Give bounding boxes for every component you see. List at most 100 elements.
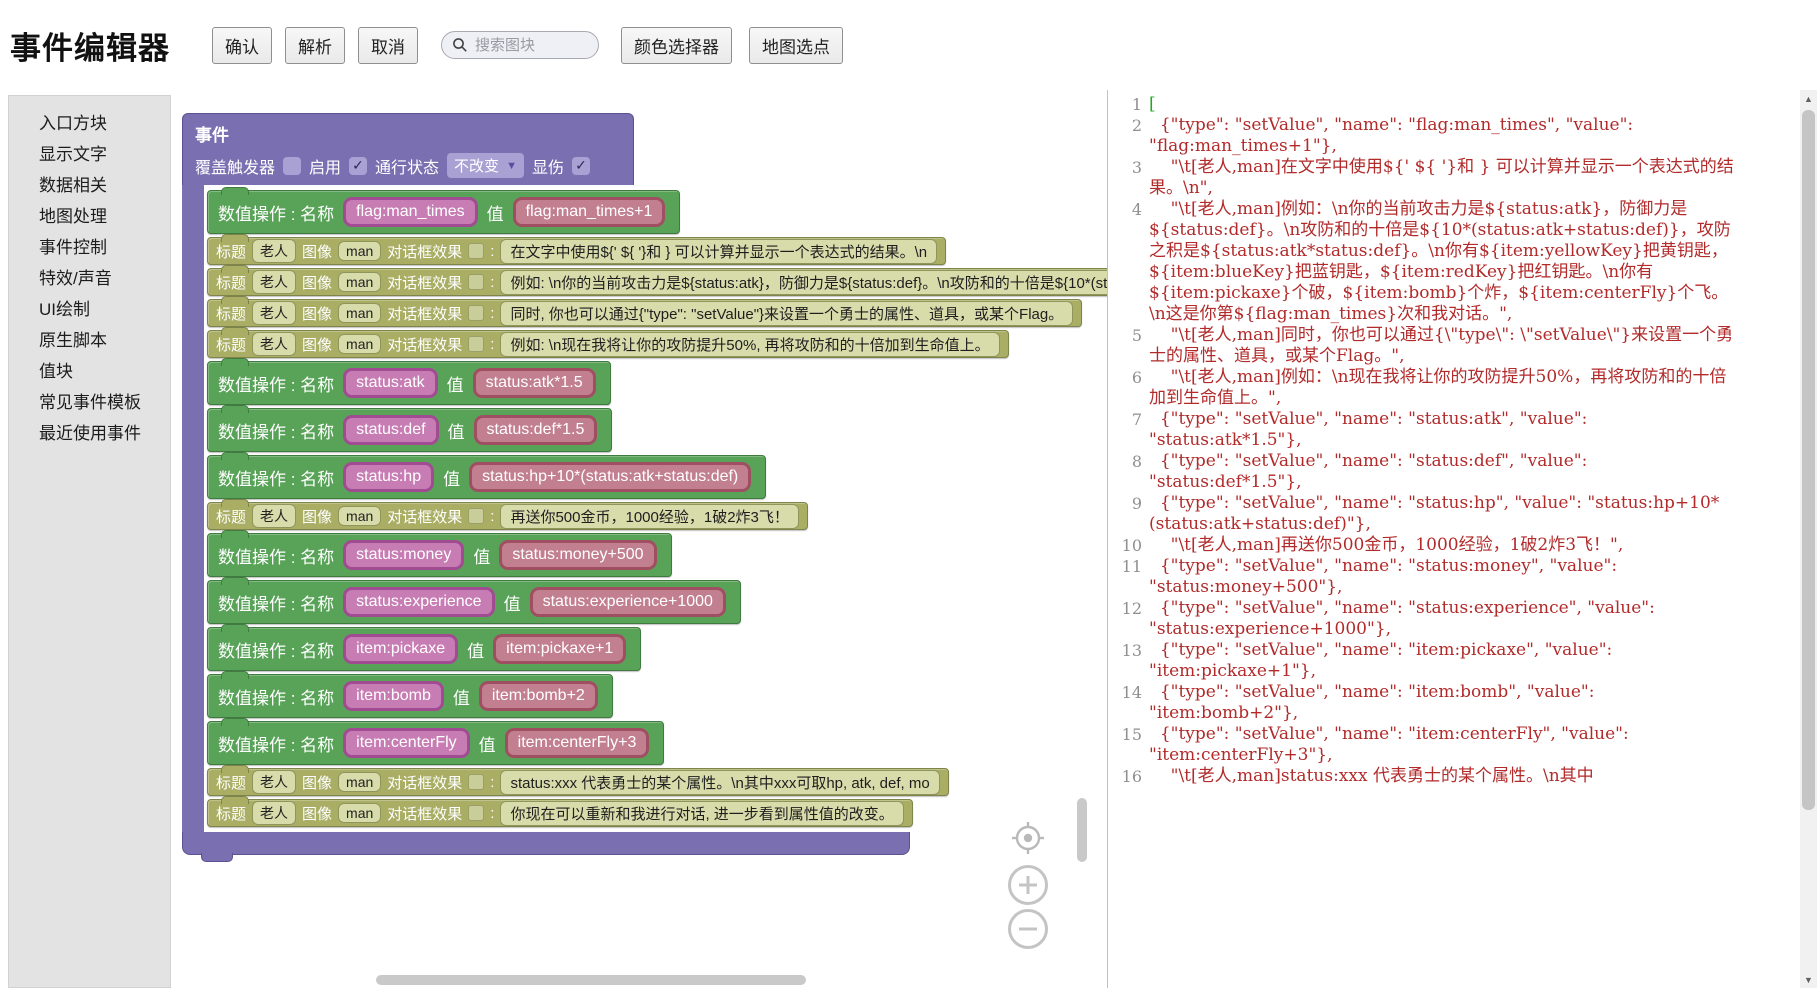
setvalue-value-field[interactable]: status:experience+1000	[530, 587, 726, 617]
dialog-text-block[interactable]: 标题老人图像man对话框效果:在文字中使用${' ${ '}和 } 可以计算并显…	[207, 237, 946, 265]
setvalue-name-field[interactable]: status:atk	[343, 368, 437, 398]
scrollbar-handle[interactable]	[1802, 110, 1815, 810]
event-setting-checkbox[interactable]: ✓	[349, 157, 367, 175]
dialog-effect-checkbox[interactable]	[468, 274, 484, 290]
sidebar-item-11[interactable]: 最近使用事件	[9, 418, 170, 449]
dialog-message-field[interactable]: status:xxx 代表勇士的某个属性。\n其中xxx可取hp, atk, d…	[500, 770, 939, 795]
dialog-image-field[interactable]: man	[338, 334, 381, 354]
dialog-text-block[interactable]: 标题老人图像man对话框效果:例如: \n现在我将让你的攻防提升50%, 再将攻…	[207, 330, 1009, 358]
dialog-colon: :	[490, 305, 494, 322]
blockly-workspace[interactable]: 事件 覆盖触发器启用✓通行状态不改变▼显伤✓ 数值操作 : 名称flag:man…	[171, 90, 1107, 988]
dialog-image-field[interactable]: man	[338, 772, 381, 792]
sidebar-item-9[interactable]: 值块	[9, 356, 170, 387]
confirm-button[interactable]: 确认	[212, 27, 272, 64]
dialog-speaker-field[interactable]: 老人	[252, 504, 296, 528]
dialog-message-field[interactable]: 同时, 你也可以通过{"type": "setValue"}来设置一个勇士的属性…	[500, 301, 1073, 326]
dialog-effect-checkbox[interactable]	[468, 508, 484, 524]
sidebar-item-6[interactable]: 特效/声音	[9, 263, 170, 294]
dialog-speaker-field[interactable]: 老人	[252, 301, 296, 325]
setvalue-block[interactable]: 数值操作 : 名称status:hp值status:hp+10*(status:…	[207, 455, 766, 499]
event-json-content[interactable]: 1[2 {"type": "setValue", "name": "flag:m…	[1108, 90, 1800, 988]
code-line: 1[	[1112, 94, 1800, 115]
color-picker-button[interactable]: 颜色选择器	[621, 27, 732, 64]
dialog-message-field[interactable]: 例如: \n你的当前攻击力是${status:atk}，防御力是${status…	[500, 270, 1107, 295]
sidebar-item-4[interactable]: 地图处理	[9, 201, 170, 232]
dialog-effect-checkbox[interactable]	[468, 336, 484, 352]
canvas-horizontal-scrollbar[interactable]	[376, 975, 806, 985]
dialog-message-field[interactable]: 例如: \n现在我将让你的攻防提升50%, 再将攻防和的十倍加到生命值上。	[500, 332, 999, 357]
setvalue-name-field[interactable]: item:pickaxe	[343, 634, 458, 664]
setvalue-block[interactable]: 数值操作 : 名称item:bomb值item:bomb+2	[207, 674, 613, 718]
setvalue-value-field[interactable]: status:money+500	[499, 540, 656, 570]
dialog-effect-checkbox[interactable]	[468, 805, 484, 821]
event-setting-checkbox[interactable]: ✓	[572, 157, 590, 175]
dialog-message-field[interactable]: 再送你500金币，1000经验，1破2炸3飞！	[500, 504, 798, 529]
dialog-effect-checkbox[interactable]	[468, 243, 484, 259]
dialog-text-block[interactable]: 标题老人图像man对话框效果:再送你500金币，1000经验，1破2炸3飞！	[207, 502, 808, 530]
setvalue-value-field[interactable]: status:hp+10*(status:atk+status:def)	[469, 462, 751, 492]
setvalue-block[interactable]: 数值操作 : 名称item:pickaxe值item:pickaxe+1	[207, 627, 641, 671]
passability-dropdown[interactable]: 不改变▼	[447, 153, 524, 178]
sidebar-item-1[interactable]: 入口方块	[9, 108, 170, 139]
event-block[interactable]: 事件 覆盖触发器启用✓通行状态不改变▼显伤✓ 数值操作 : 名称flag:man…	[182, 113, 1107, 855]
dialog-text-block[interactable]: 标题老人图像man对话框效果:你现在可以重新和我进行对话, 进一步看到属性值的改…	[207, 799, 913, 827]
map-pick-button[interactable]: 地图选点	[749, 27, 843, 64]
code-scrollbar[interactable]: ▲ ▼	[1800, 90, 1817, 988]
setvalue-value-field[interactable]: flag:man_times+1	[513, 197, 666, 227]
event-block-header[interactable]: 事件 覆盖触发器启用✓通行状态不改变▼显伤✓	[182, 113, 634, 185]
sidebar-item-8[interactable]: 原生脚本	[9, 325, 170, 356]
zoom-out-button[interactable]	[1007, 908, 1049, 950]
dialog-image-field[interactable]: man	[338, 506, 381, 526]
sidebar-item-7[interactable]: UI绘制	[9, 294, 170, 325]
sidebar-item-3[interactable]: 数据相关	[9, 170, 170, 201]
setvalue-name-field[interactable]: status:hp	[343, 462, 434, 492]
scroll-up-icon[interactable]: ▲	[1800, 90, 1817, 107]
sidebar-item-2[interactable]: 显示文字	[9, 139, 170, 170]
cancel-button[interactable]: 取消	[358, 27, 418, 64]
dialog-image-field[interactable]: man	[338, 803, 381, 823]
dialog-message-field[interactable]: 在文字中使用${' ${ '}和 } 可以计算并显示一个表达式的结果。\n	[500, 239, 937, 264]
setvalue-block[interactable]: 数值操作 : 名称status:def值status:def*1.5	[207, 408, 612, 452]
setvalue-value-field[interactable]: item:centerFly+3	[505, 728, 650, 758]
setvalue-block[interactable]: 数值操作 : 名称status:experience值status:experi…	[207, 580, 741, 624]
sidebar-item-10[interactable]: 常见事件模板	[9, 387, 170, 418]
dialog-text-block[interactable]: 标题老人图像man对话框效果:同时, 你也可以通过{"type": "setVa…	[207, 299, 1082, 327]
setvalue-block[interactable]: 数值操作 : 名称status:atk值status:atk*1.5	[207, 361, 611, 405]
dialog-image-field[interactable]: man	[338, 272, 381, 292]
setvalue-value-field[interactable]: item:pickaxe+1	[493, 634, 626, 664]
event-json-editor[interactable]: 1[2 {"type": "setValue", "name": "flag:m…	[1107, 90, 1817, 988]
setvalue-block[interactable]: 数值操作 : 名称flag:man_times值flag:man_times+1	[207, 190, 680, 234]
dialog-speaker-field[interactable]: 老人	[252, 239, 296, 263]
setvalue-name-field[interactable]: item:bomb	[343, 681, 444, 711]
parse-button[interactable]: 解析	[285, 27, 345, 64]
dialog-text-block[interactable]: 标题老人图像man对话框效果:status:xxx 代表勇士的某个属性。\n其中…	[207, 768, 949, 796]
sidebar-item-5[interactable]: 事件控制	[9, 232, 170, 263]
search-box[interactable]	[441, 31, 599, 59]
dialog-speaker-field[interactable]: 老人	[252, 801, 296, 825]
search-input[interactable]	[473, 36, 588, 55]
dialog-speaker-field[interactable]: 老人	[252, 332, 296, 356]
setvalue-name-field[interactable]: flag:man_times	[343, 197, 478, 227]
dialog-message-field[interactable]: 你现在可以重新和我进行对话, 进一步看到属性值的改变。	[500, 801, 903, 826]
setvalue-name-field[interactable]: item:centerFly	[343, 728, 469, 758]
setvalue-name-field[interactable]: status:money	[343, 540, 464, 570]
setvalue-block[interactable]: 数值操作 : 名称item:centerFly值item:centerFly+3	[207, 721, 664, 765]
setvalue-block[interactable]: 数值操作 : 名称status:money值status:money+500	[207, 533, 672, 577]
setvalue-value-field[interactable]: status:atk*1.5	[473, 368, 596, 398]
setvalue-name-field[interactable]: status:def	[343, 415, 438, 445]
setvalue-name-field[interactable]: status:experience	[343, 587, 494, 617]
dialog-effect-checkbox[interactable]	[468, 305, 484, 321]
dialog-speaker-field[interactable]: 老人	[252, 270, 296, 294]
dialog-image-field[interactable]: man	[338, 241, 381, 261]
zoom-reset-button[interactable]	[1011, 821, 1045, 855]
setvalue-value-field[interactable]: status:def*1.5	[474, 415, 598, 445]
dialog-speaker-field[interactable]: 老人	[252, 770, 296, 794]
canvas-vertical-scrollbar[interactable]	[1077, 798, 1087, 862]
dialog-effect-checkbox[interactable]	[468, 774, 484, 790]
zoom-in-button[interactable]	[1007, 864, 1049, 906]
dialog-image-field[interactable]: man	[338, 303, 381, 323]
scroll-down-icon[interactable]: ▼	[1800, 971, 1817, 988]
event-setting-checkbox[interactable]	[283, 157, 301, 175]
setvalue-value-field[interactable]: item:bomb+2	[479, 681, 598, 711]
dialog-text-block[interactable]: 标题老人图像man对话框效果:例如: \n你的当前攻击力是${status:at…	[207, 268, 1107, 296]
